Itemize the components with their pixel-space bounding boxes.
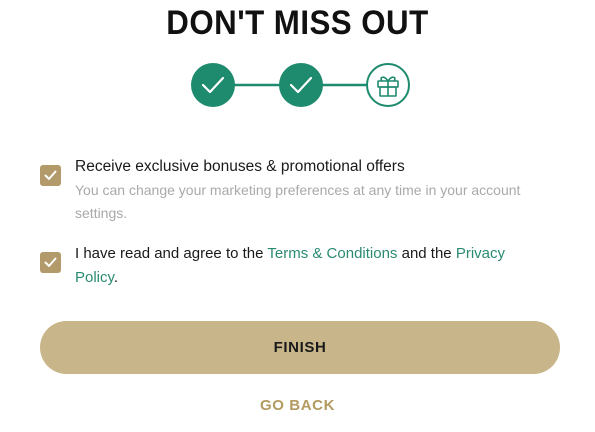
marketing-consent-label: Receive exclusive bonuses & promotional …: [75, 158, 405, 175]
go-back-button[interactable]: GO BACK: [0, 397, 595, 414]
stepper-step-3: [366, 63, 410, 107]
check-icon: [44, 170, 57, 180]
terms-consent-text: I have read and agree to the Terms & Con…: [75, 242, 545, 290]
stepper-step-1: [191, 63, 235, 107]
marketing-consent-helper: You can change your marketing preference…: [75, 182, 521, 221]
terms-middle: and the: [397, 245, 456, 262]
consent-page: DON'T MISS OUT Receive exclusive bonuses…: [0, 0, 595, 432]
stepper-step-2: [279, 63, 323, 107]
terms-conditions-link[interactable]: Terms & Conditions: [267, 245, 397, 262]
marketing-consent-text: Receive exclusive bonuses & promotional …: [75, 156, 545, 225]
check-icon: [44, 257, 57, 267]
marketing-consent-checkbox[interactable]: [40, 165, 61, 186]
page-title: DON'T MISS OUT: [166, 4, 429, 42]
progress-stepper: [0, 60, 595, 110]
terms-prefix: I have read and agree to the: [75, 245, 268, 262]
finish-button[interactable]: FINISH: [40, 321, 560, 374]
terms-suffix: .: [113, 269, 119, 286]
terms-consent-checkbox[interactable]: [40, 252, 61, 273]
